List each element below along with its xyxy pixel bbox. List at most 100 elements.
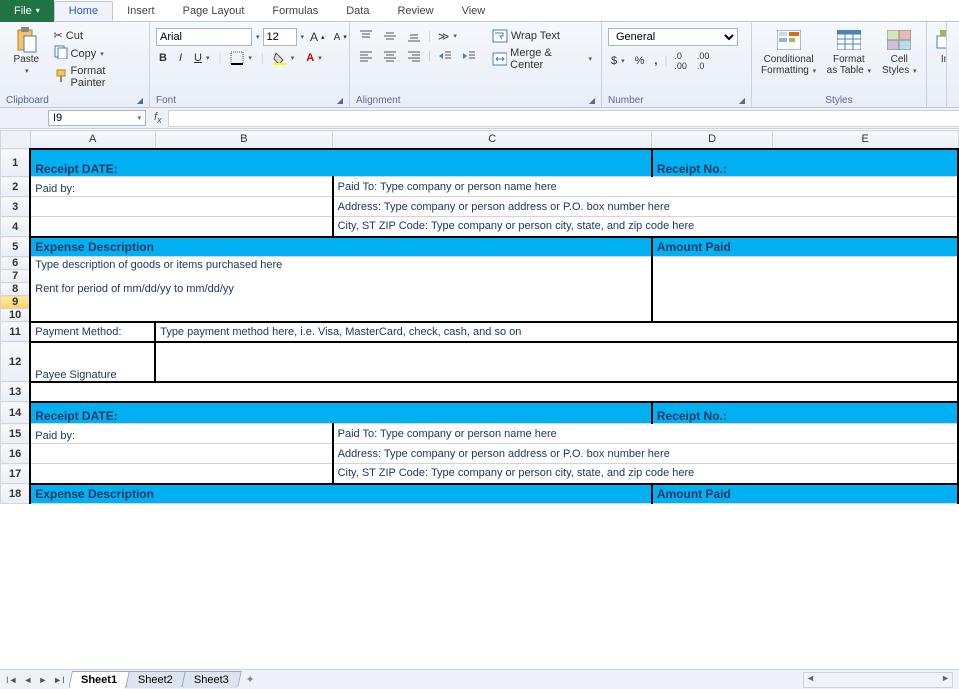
cell[interactable]: Receipt No.:	[652, 402, 958, 424]
cell[interactable]: Payee Signature	[30, 342, 155, 382]
col-header-C[interactable]: C	[333, 131, 652, 149]
decrease-font-button[interactable]: A▾	[331, 31, 350, 44]
currency-button[interactable]: $▾	[608, 54, 628, 68]
cell[interactable]	[155, 342, 958, 382]
tab-view[interactable]: View	[448, 2, 500, 20]
increase-font-button[interactable]: A▴	[307, 29, 328, 45]
cell[interactable]: Receipt DATE:	[30, 149, 652, 177]
row-header[interactable]: 14	[1, 402, 31, 424]
sheet-tab-2[interactable]: Sheet2	[125, 671, 185, 688]
align-center-button[interactable]	[380, 48, 400, 64]
number-format-combo[interactable]: General	[608, 28, 738, 46]
select-all-corner[interactable]	[1, 131, 31, 149]
cell[interactable]: Payment Method:	[30, 322, 155, 342]
cell[interactable]	[30, 217, 332, 237]
font-name-combo[interactable]	[156, 28, 252, 46]
sheet-tab-3[interactable]: Sheet3	[181, 671, 241, 688]
tab-home[interactable]: Home	[54, 1, 113, 21]
cell[interactable]	[30, 464, 332, 484]
tab-review[interactable]: Review	[383, 2, 447, 20]
sheet-nav-buttons[interactable]: I◄◄►►I	[0, 675, 71, 685]
row-header[interactable]: 16	[1, 444, 31, 464]
row-header[interactable]: 2	[1, 177, 31, 197]
tab-data[interactable]: Data	[332, 2, 383, 20]
tab-page-layout[interactable]: Page Layout	[169, 2, 259, 20]
cell[interactable]: Paid To: Type company or person name her…	[333, 177, 958, 197]
align-middle-button[interactable]	[380, 28, 400, 44]
col-header-E[interactable]: E	[772, 131, 958, 149]
tab-formulas[interactable]: Formulas	[258, 2, 332, 20]
row-header[interactable]: 1	[1, 149, 31, 177]
row-header[interactable]: 6	[1, 257, 31, 270]
format-painter-button[interactable]: Format Painter	[51, 64, 143, 90]
cell[interactable]: Paid To: Type company or person name her…	[333, 424, 958, 444]
cell-styles-button[interactable]: CellStyles ▾	[879, 24, 920, 76]
col-header-D[interactable]: D	[652, 131, 773, 149]
cell[interactable]: Paid by:	[30, 424, 332, 444]
chevron-down-icon[interactable]: ▾	[301, 33, 305, 41]
underline-button[interactable]: U▾	[191, 51, 212, 65]
new-sheet-button[interactable]: ✦	[240, 671, 261, 688]
cell[interactable]: Address: Type company or person address …	[333, 197, 958, 217]
copy-button[interactable]: Copy▾	[51, 44, 143, 63]
cell[interactable]: Amount Paid	[652, 237, 958, 257]
tab-insert[interactable]: Insert	[113, 2, 169, 20]
sheet-tab-1[interactable]: Sheet1	[68, 671, 130, 689]
format-as-table-button[interactable]: Formatas Table ▾	[823, 24, 874, 76]
increase-indent-button[interactable]	[459, 48, 479, 64]
cell[interactable]: Type payment method here, i.e. Visa, Mas…	[155, 322, 958, 342]
row-header[interactable]: 12	[1, 342, 31, 382]
cell[interactable]: Amount Paid	[652, 484, 958, 504]
name-box[interactable]: I9▾	[48, 110, 146, 126]
decrease-decimal-button[interactable]: .00.0	[694, 50, 713, 72]
row-header[interactable]: 8	[1, 283, 31, 296]
col-header-B[interactable]: B	[155, 131, 332, 149]
bold-button[interactable]: B	[156, 51, 170, 65]
cell[interactable]: Receipt DATE:	[30, 402, 652, 424]
row-header[interactable]: 17	[1, 464, 31, 484]
wrap-text-button[interactable]: Wrap Text	[489, 28, 595, 44]
cell[interactable]: Expense Description	[30, 237, 652, 257]
row-header[interactable]: 5	[1, 237, 31, 257]
row-header[interactable]: 11	[1, 322, 31, 342]
alignment-launcher-icon[interactable]: ◢	[589, 96, 595, 105]
decrease-indent-button[interactable]	[435, 48, 455, 64]
cut-button[interactable]: ✂Cut	[51, 28, 143, 43]
row-header[interactable]: 4	[1, 217, 31, 237]
row-header[interactable]: 13	[1, 382, 31, 402]
row-header[interactable]: 3	[1, 197, 31, 217]
horizontal-scrollbar[interactable]	[803, 672, 953, 688]
paste-button[interactable]: Paste ▾	[6, 24, 47, 75]
conditional-formatting-button[interactable]: ConditionalFormatting ▾	[758, 24, 819, 76]
italic-button[interactable]: I	[176, 51, 185, 65]
tab-file[interactable]: File	[0, 0, 54, 22]
cell[interactable]	[30, 444, 332, 464]
fx-icon[interactable]: fx	[148, 111, 168, 125]
comma-button[interactable]: ,	[651, 54, 660, 68]
align-bottom-button[interactable]	[404, 28, 424, 44]
orientation-button[interactable]: ≫▾	[435, 29, 460, 44]
increase-decimal-button[interactable]: .0.00	[671, 50, 690, 72]
insert-cells-button[interactable]: In	[933, 24, 947, 65]
number-launcher-icon[interactable]: ◢	[739, 96, 745, 105]
row-header[interactable]: 7	[1, 270, 31, 283]
clipboard-launcher-icon[interactable]: ◢	[137, 96, 143, 105]
cell[interactable]	[30, 197, 332, 217]
formula-input[interactable]	[168, 110, 959, 127]
cell[interactable]	[652, 257, 958, 322]
row-header[interactable]: 9	[1, 296, 31, 309]
cell[interactable]: Address: Type company or person address …	[333, 444, 958, 464]
cell[interactable]: City, ST ZIP Code: Type company or perso…	[333, 464, 958, 484]
font-size-combo[interactable]	[263, 28, 297, 46]
cell[interactable]: Receipt No.:	[652, 149, 958, 177]
percent-button[interactable]: %	[632, 54, 648, 68]
chevron-down-icon[interactable]: ▾	[137, 114, 141, 122]
fill-color-button[interactable]: ▾	[270, 50, 298, 66]
align-top-button[interactable]	[356, 28, 376, 44]
font-launcher-icon[interactable]: ◢	[337, 96, 343, 105]
row-header[interactable]: 15	[1, 424, 31, 444]
worksheet-grid[interactable]: A B C D E 1 Receipt DATE: Receipt No.: 2…	[0, 130, 959, 669]
cell[interactable]	[30, 382, 958, 402]
col-header-A[interactable]: A	[30, 131, 155, 149]
cell[interactable]: Expense Description	[30, 484, 652, 504]
